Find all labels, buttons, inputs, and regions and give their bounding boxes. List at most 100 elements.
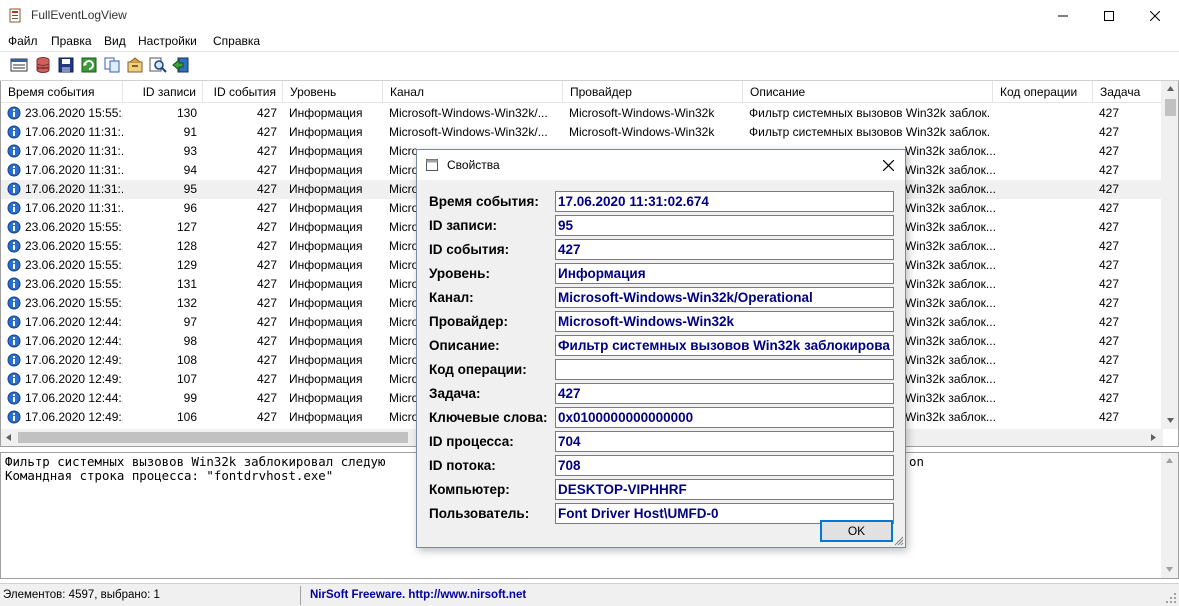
cell-task: 427 bbox=[1099, 391, 1120, 405]
field-value[interactable]: 708 bbox=[555, 455, 894, 476]
cell-event-id: 427 bbox=[256, 239, 277, 253]
status-item-count: Элементов: 4597, выбрано: 1 bbox=[3, 589, 160, 601]
cell-task: 427 bbox=[1099, 410, 1120, 424]
col-header-provider[interactable]: Провайдер bbox=[563, 81, 743, 103]
cell-task: 427 bbox=[1099, 372, 1120, 386]
info-level-icon bbox=[7, 315, 21, 329]
info-level-icon bbox=[7, 258, 21, 272]
cell-task: 427 bbox=[1099, 258, 1120, 272]
field-value[interactable]: 704 bbox=[555, 431, 894, 452]
ok-button[interactable]: OK bbox=[820, 520, 893, 542]
cell-record-id: 93 bbox=[183, 144, 197, 158]
cell-record-id: 91 bbox=[183, 125, 197, 139]
field-value[interactable]: 427 bbox=[555, 383, 894, 404]
col-header-channel[interactable]: Канал bbox=[383, 81, 563, 103]
menu-file[interactable]: Файл bbox=[8, 34, 38, 48]
menu-settings[interactable]: Настройки bbox=[138, 34, 197, 48]
maximize-button[interactable] bbox=[1086, 0, 1132, 31]
cell-time: 17.06.2020 11:31:... bbox=[25, 163, 123, 177]
cell-time: 23.06.2020 15:55:... bbox=[25, 239, 123, 253]
horizontal-scroll-thumb[interactable] bbox=[18, 432, 408, 443]
cell-time: 17.06.2020 11:31:... bbox=[25, 144, 123, 158]
cell-time: 17.06.2020 12:44:... bbox=[25, 391, 123, 405]
field-label: ID записи: bbox=[429, 218, 498, 233]
cell-level: Информация bbox=[289, 410, 363, 424]
field-value[interactable]: 0x0100000000000000 bbox=[555, 407, 894, 428]
field-label: Код операции: bbox=[429, 362, 527, 377]
cell-description: Фильтр системных вызовов Win32k заблок..… bbox=[749, 106, 989, 120]
cell-level: Информация bbox=[289, 334, 363, 348]
description-scrollbar[interactable] bbox=[1161, 453, 1178, 578]
field-label: Компьютер: bbox=[429, 482, 510, 497]
cell-time: 17.06.2020 12:44:... bbox=[25, 315, 123, 329]
field-value[interactable]: Информация bbox=[555, 263, 894, 284]
table-row[interactable]: 23.06.2020 15:55:... 130 427 Информация Micr… bbox=[1, 104, 1161, 123]
properties-dialog: Свойства Время события: 17.06.2020 11:31:… bbox=[416, 149, 906, 548]
vertical-scroll-thumb[interactable] bbox=[1165, 99, 1176, 116]
desc-scroll-up-icon[interactable] bbox=[1165, 457, 1174, 465]
col-header-event-id[interactable]: ID события bbox=[203, 81, 283, 103]
menu-help[interactable]: Справка bbox=[213, 34, 260, 48]
info-level-icon bbox=[7, 277, 21, 291]
refresh-icon[interactable] bbox=[80, 56, 98, 74]
info-level-icon bbox=[7, 391, 21, 405]
scroll-down-icon[interactable] bbox=[1166, 417, 1175, 425]
nirsoft-link[interactable]: NirSoft Freeware. http://www.nirsoft.net bbox=[310, 589, 526, 601]
status-separator bbox=[300, 586, 301, 605]
scroll-left-icon[interactable] bbox=[5, 433, 13, 442]
col-header-description[interactable]: Описание bbox=[743, 81, 993, 103]
cell-level: Информация bbox=[289, 372, 363, 386]
col-header-level[interactable]: Уровень bbox=[283, 81, 383, 103]
menu-edit[interactable]: Правка bbox=[51, 34, 92, 48]
field-label: ID события: bbox=[429, 242, 510, 257]
cell-event-id: 427 bbox=[256, 220, 277, 234]
cell-event-id: 427 bbox=[256, 201, 277, 215]
close-button[interactable] bbox=[1132, 0, 1178, 31]
desc-scroll-down-icon[interactable] bbox=[1165, 566, 1174, 574]
cell-record-id: 130 bbox=[176, 106, 197, 120]
dialog-title-bar: Свойства bbox=[417, 150, 905, 180]
description-line1: Фильтр системных вызовов Win32k заблокир… bbox=[5, 454, 386, 469]
list-vertical-scrollbar[interactable] bbox=[1161, 81, 1178, 429]
description-line2: Командная строка процесса: "fontdrvhost.… bbox=[5, 468, 334, 483]
minimize-button[interactable] bbox=[1040, 0, 1086, 31]
properties-icon[interactable] bbox=[126, 56, 144, 74]
exit-icon[interactable] bbox=[172, 56, 190, 74]
scroll-up-icon[interactable] bbox=[1166, 85, 1175, 93]
field-value[interactable]: Microsoft-Windows-Win32k bbox=[555, 311, 894, 332]
cell-level: Информация bbox=[289, 296, 363, 310]
save-icon[interactable] bbox=[57, 56, 75, 74]
field-value[interactable]: Фильтр системных вызовов Win32k заблокир… bbox=[555, 335, 894, 356]
field-value[interactable] bbox=[555, 359, 894, 380]
cell-record-id: 98 bbox=[183, 334, 197, 348]
col-header-opcode[interactable]: Код операции bbox=[993, 81, 1093, 103]
col-header-task[interactable]: Задача bbox=[1093, 81, 1161, 103]
resize-grip-icon[interactable] bbox=[1165, 592, 1177, 604]
cell-event-id: 427 bbox=[256, 182, 277, 196]
field-value[interactable]: 427 bbox=[555, 239, 894, 260]
field-value[interactable]: 17.06.2020 11:31:02.674 bbox=[555, 191, 894, 212]
field-label: Время события: bbox=[429, 194, 539, 209]
find-icon[interactable] bbox=[149, 56, 167, 74]
cell-task: 427 bbox=[1099, 106, 1120, 120]
cell-level: Информация bbox=[289, 144, 363, 158]
properties-list-icon[interactable] bbox=[10, 56, 28, 74]
table-row[interactable]: 17.06.2020 11:31:... 91 427 Информация Micro… bbox=[1, 123, 1161, 142]
field-value[interactable]: Microsoft-Windows-Win32k/Operational bbox=[555, 287, 894, 308]
database-icon[interactable] bbox=[34, 56, 52, 74]
dialog-close-button[interactable] bbox=[877, 154, 899, 176]
col-header-time[interactable]: Время события bbox=[1, 81, 123, 103]
copy-icon[interactable] bbox=[103, 56, 121, 74]
field-value[interactable]: DESKTOP-VIPHHRF bbox=[555, 479, 894, 500]
menu-view[interactable]: Вид bbox=[104, 34, 126, 48]
cell-event-id: 427 bbox=[256, 277, 277, 291]
cell-event-id: 427 bbox=[256, 353, 277, 367]
scroll-right-icon[interactable] bbox=[1150, 433, 1158, 442]
info-level-icon bbox=[7, 163, 21, 177]
list-header: Время события ID записи ID события Урове… bbox=[1, 81, 1161, 103]
col-header-record-id[interactable]: ID записи bbox=[123, 81, 203, 103]
info-level-icon bbox=[7, 144, 21, 158]
cell-level: Информация bbox=[289, 239, 363, 253]
dialog-resize-grip-icon[interactable] bbox=[893, 535, 904, 546]
field-value[interactable]: 95 bbox=[555, 215, 894, 236]
